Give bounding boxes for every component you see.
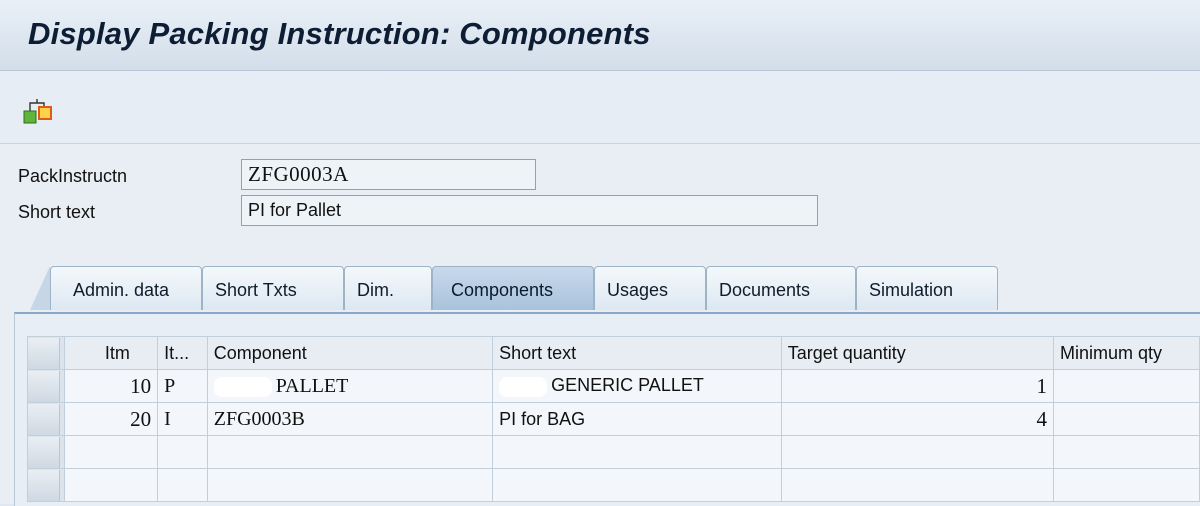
title-bar: Display Packing Instruction: Components [0,0,1200,71]
hierarchy-icon[interactable] [22,91,58,127]
empty-cell[interactable] [780,468,1055,502]
short-text-label: Short text [18,202,96,222]
column-header-itm[interactable]: Itm [63,336,159,370]
table-header-row: Itm It... Component Short text Target qu… [27,336,1200,370]
short-text-cell[interactable]: PI for BAG [492,402,782,436]
empty-cell[interactable] [492,468,782,502]
item-number-cell[interactable]: 20 [63,402,159,436]
column-header-component[interactable]: Component [206,336,494,370]
empty-cell[interactable] [1053,435,1200,469]
empty-cell[interactable] [63,435,159,469]
page-title: Display Packing Instruction: Components [28,16,651,51]
empty-cell[interactable] [63,468,159,502]
table-row[interactable]: 10 P PALLET GENERIC PALLET 1 [27,369,1200,403]
column-header-short-text[interactable]: Short text [492,336,782,370]
component-text: PALLET [275,374,349,397]
empty-cell[interactable] [492,435,782,469]
minimum-qty-cell[interactable] [1053,369,1200,403]
select-all-cell[interactable] [27,336,65,370]
redaction-mark [499,376,548,397]
components-table: Itm It... Component Short text Target qu… [27,336,1200,502]
item-category-cell[interactable]: I [157,402,208,436]
table-row-empty[interactable] [27,435,1200,469]
empty-cell[interactable] [157,435,208,469]
short-text-cell[interactable]: GENERIC PALLET [492,369,782,403]
short-text-value: GENERIC PALLET [551,375,704,396]
tab-strip-edge [30,266,50,310]
empty-cell[interactable] [1053,468,1200,502]
column-header-target-quantity[interactable]: Target quantity [780,336,1055,370]
row-selector[interactable] [27,468,65,502]
redaction-mark [213,376,272,397]
component-cell[interactable]: PALLET [206,369,494,403]
item-number-cell[interactable]: 10 [63,369,159,403]
column-header-item-category[interactable]: It... [157,336,208,370]
table-row[interactable]: 20 I ZFG0003B PI for BAG 4 [27,402,1200,436]
empty-cell[interactable] [206,435,494,469]
tab-simulation[interactable]: Simulation [856,266,998,310]
tab-strip: Admin. data Short Txts Dim. Components U… [0,266,1200,314]
pack-instruction-field[interactable]: ZFG0003A [241,159,536,190]
minimum-qty-cell[interactable] [1053,402,1200,436]
column-header-minimum-qty[interactable]: Minimum qty [1053,336,1200,370]
table-row-empty[interactable] [27,468,1200,502]
application-toolbar [0,71,1200,144]
tab-components[interactable]: Components [432,266,594,310]
tab-dimensions[interactable]: Dim. [344,266,432,310]
component-cell[interactable]: ZFG0003B [206,402,494,436]
empty-cell[interactable] [206,468,494,502]
tab-usages[interactable]: Usages [594,266,706,310]
tab-short-texts[interactable]: Short Txts [202,266,344,310]
row-selector[interactable] [27,369,65,403]
tab-admin-data[interactable]: Admin. data [50,266,202,310]
item-category-cell[interactable]: P [157,369,208,403]
target-quantity-cell[interactable]: 4 [780,402,1055,436]
empty-cell[interactable] [157,468,208,502]
empty-cell[interactable] [780,435,1055,469]
row-selector[interactable] [27,402,65,436]
pack-instruction-label: PackInstructn [18,166,128,186]
short-text-field[interactable]: PI for Pallet [241,195,818,226]
tab-documents[interactable]: Documents [706,266,856,310]
row-selector[interactable] [27,435,65,469]
target-quantity-cell[interactable]: 1 [780,369,1055,403]
